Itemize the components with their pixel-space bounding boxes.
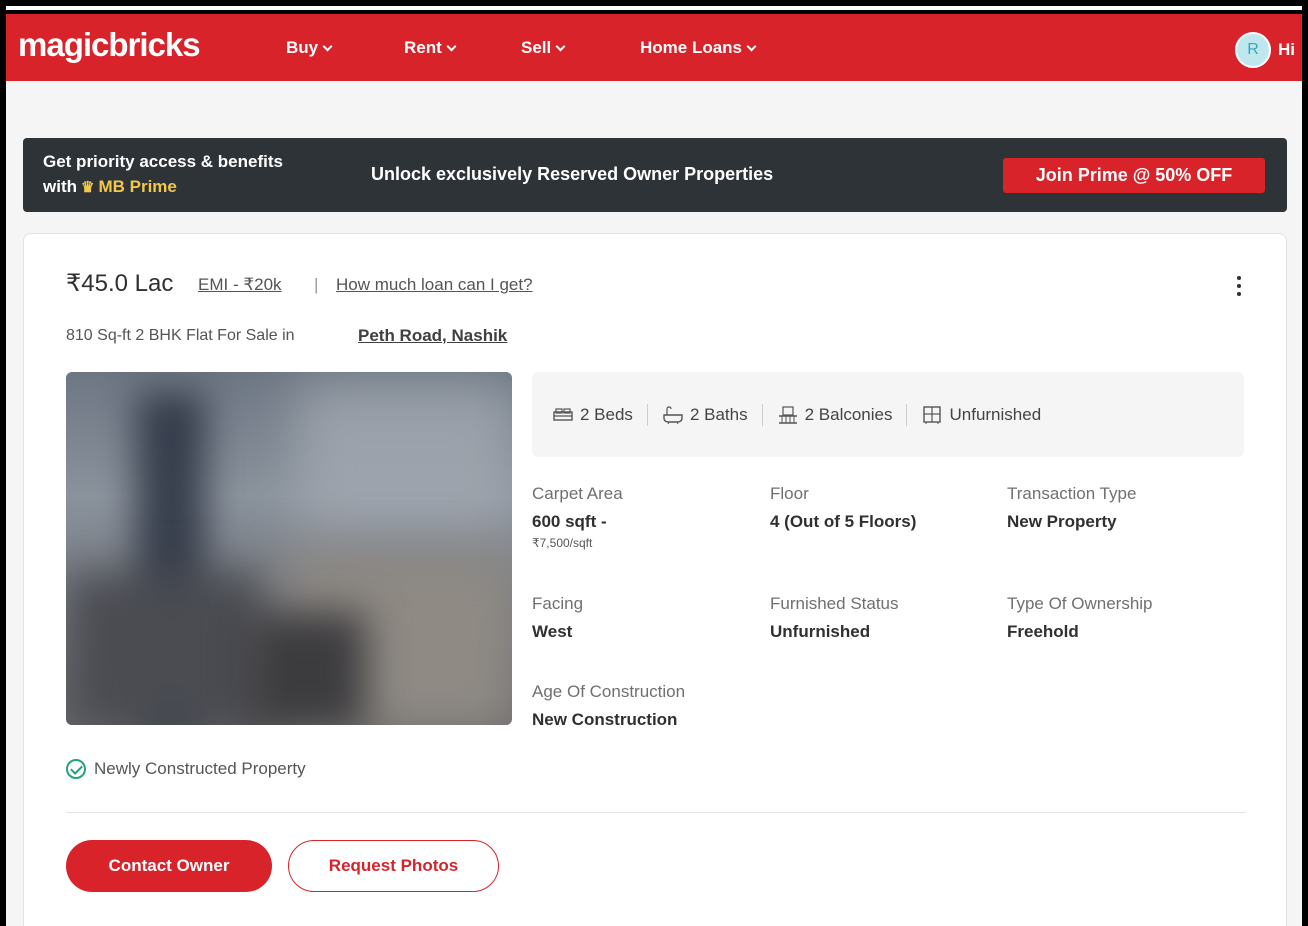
age-value: New Construction (532, 710, 678, 729)
furnishing-summary: Unfurnished (921, 405, 1041, 425)
balconies-summary: 2 Balconies (777, 404, 893, 425)
prime-headline: Unlock exclusively Reserved Owner Proper… (371, 164, 774, 184)
nav-sell-label: Sell (521, 38, 552, 57)
property-price: ₹45.0 Lac (66, 270, 174, 297)
attr-carpet-area: Carpet Area 600 sqft - ₹7,500/sqft (532, 484, 623, 550)
ownership-label: Type Of Ownership (1007, 594, 1153, 613)
crown-icon: ♛ (81, 179, 95, 196)
bathtub-icon (663, 405, 683, 424)
price-per-sqft: ₹7,500/sqft (532, 536, 593, 550)
top-header: magicbricks Buy Rent Sell Home Loans R H… (6, 14, 1302, 81)
furnished-status-value: Unfurnished (770, 622, 871, 641)
chevron-down-icon (746, 41, 757, 51)
age-label: Age Of Construction (532, 682, 686, 701)
wardrobe-icon (923, 405, 942, 424)
chevron-down-icon (446, 41, 457, 51)
facing-label: Facing (532, 594, 584, 613)
property-photo[interactable] (66, 372, 512, 725)
attr-furnished-status: Furnished Status Unfurnished (770, 594, 899, 642)
attr-age-of-construction: Age Of Construction New Construction (532, 682, 685, 730)
locality-link[interactable]: Peth Road, Nashik (358, 326, 507, 346)
magicbricks-logo[interactable]: magicbricks (18, 26, 201, 64)
nav-sell[interactable]: Sell (521, 38, 566, 58)
transaction-type-value: New Property (1007, 512, 1117, 531)
transaction-type-label: Transaction Type (1007, 484, 1137, 503)
bed-icon (553, 407, 573, 421)
emi-link[interactable]: EMI - ₹20k (198, 275, 282, 295)
card-divider (66, 812, 1246, 813)
attr-transaction-type: Transaction Type New Property (1007, 484, 1136, 532)
prime-line2-prefix: with (43, 177, 77, 196)
furnished-status-label: Furnished Status (770, 594, 899, 613)
nav-buy[interactable]: Buy (286, 38, 333, 58)
attr-ownership: Type Of Ownership Freehold (1007, 594, 1153, 642)
join-prime-button[interactable]: Join Prime @ 50% OFF (1003, 158, 1265, 193)
property-summary-bar: 2 Beds 2 Baths 2 Balconies Unfurnished (532, 372, 1244, 457)
link-separator: | (314, 275, 319, 294)
user-greeting[interactable]: Hi (1278, 40, 1295, 60)
check-circle-icon (66, 759, 86, 779)
baths-label: 2 Baths (689, 404, 748, 424)
balconies-label: 2 Balconies (804, 404, 893, 424)
balcony-icon (778, 405, 797, 424)
prime-line2: with ♛ MB Prime (43, 177, 177, 197)
page: magicbricks Buy Rent Sell Home Loans R H… (6, 14, 1302, 926)
nav-rent[interactable]: Rent (404, 38, 457, 58)
beds-label: 2 Beds (580, 404, 633, 424)
nav-rent-label: Rent (404, 38, 442, 57)
nav-home-loans[interactable]: Home Loans (640, 38, 757, 58)
baths-summary: 2 Baths (662, 405, 748, 425)
property-card: ₹45.0 Lac EMI - ₹20k | How much loan can… (23, 233, 1287, 926)
floor-label: Floor (770, 484, 809, 503)
nav-home-loans-label: Home Loans (640, 38, 743, 57)
nav-buy-label: Buy (286, 38, 319, 57)
furnishing-label: Unfurnished (949, 404, 1042, 424)
prime-name: MB Prime (98, 177, 177, 196)
prime-banner: Get priority access & benefits with ♛ MB… (23, 138, 1287, 212)
loan-eligibility-link[interactable]: How much loan can I get? (336, 275, 533, 295)
chevron-down-icon (322, 41, 333, 51)
attr-facing: Facing West (532, 594, 583, 642)
beds-summary: 2 Beds (552, 405, 633, 425)
ownership-value: Freehold (1007, 622, 1079, 641)
contact-owner-button[interactable]: Contact Owner (66, 840, 272, 892)
prime-line1: Get priority access & benefits (43, 152, 283, 171)
property-subtitle: 810 Sq-ft 2 BHK Flat For Sale in (66, 327, 295, 344)
facing-value: West (532, 622, 573, 641)
carpet-area-value: 600 sqft - (532, 512, 607, 531)
attr-floor: Floor 4 (Out of 5 Floors) (770, 484, 916, 532)
user-avatar[interactable]: R (1235, 32, 1271, 68)
carpet-area-label: Carpet Area (532, 484, 623, 503)
badge-label: Newly Constructed Property (94, 759, 306, 778)
floor-value: 4 (Out of 5 Floors) (770, 512, 917, 531)
chevron-down-icon (555, 41, 566, 51)
newly-constructed-badge: Newly Constructed Property (66, 759, 306, 779)
request-photos-button[interactable]: Request Photos (288, 840, 499, 892)
more-options-icon[interactable] (1229, 272, 1249, 300)
